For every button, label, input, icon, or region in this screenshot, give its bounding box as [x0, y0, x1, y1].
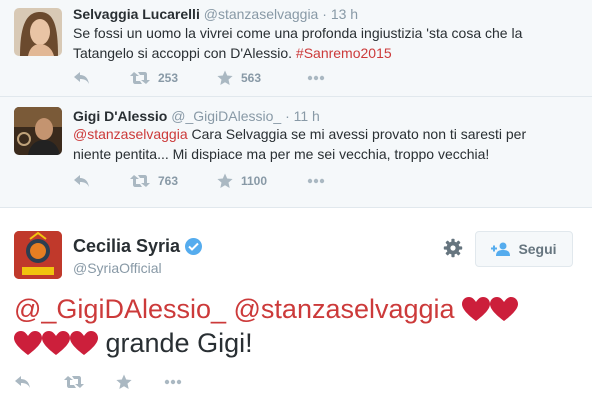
- heart-icon: [14, 331, 42, 355]
- tweet-text-line2: niente pentita... Mi dispiace ma per me …: [73, 146, 490, 162]
- timestamp[interactable]: 13 h: [331, 6, 358, 22]
- tweet-text-line2: Tatangelo si accoppi con D'Alessio.: [73, 45, 296, 61]
- tweet-text-tail: grande Gigi!: [98, 328, 253, 358]
- tweet-text-line1: Se fossi un uomo la vivrei come una prof…: [73, 25, 523, 41]
- reply-button[interactable]: [14, 373, 32, 391]
- timestamp[interactable]: 11 h: [294, 108, 320, 124]
- retweet-icon: [130, 175, 150, 187]
- verified-icon: [185, 238, 203, 255]
- favorite-icon: [217, 70, 233, 85]
- author-name[interactable]: Selvaggia Lucarelli: [73, 6, 200, 22]
- retweet-button[interactable]: 253: [130, 69, 217, 87]
- tweet-text-line1: Cara Selvaggia se mi avessi provato non …: [187, 126, 527, 142]
- retweet-icon: [130, 72, 150, 84]
- retweet-button[interactable]: 763: [130, 172, 217, 190]
- favorite-button[interactable]: 563: [217, 69, 307, 87]
- follow-icon: [491, 242, 511, 256]
- retweet-count: 253: [158, 71, 179, 85]
- more-icon: [164, 379, 182, 385]
- more-button[interactable]: [164, 373, 182, 391]
- follow-label: Segui: [518, 241, 557, 257]
- reply-button[interactable]: [73, 172, 130, 190]
- retweet-count: 763: [158, 174, 179, 188]
- tweet-text: @_GigiDAlessio_ @stanzaselvaggia grande …: [14, 292, 574, 360]
- heart-icon: [462, 297, 491, 321]
- retweet-icon: [64, 376, 84, 388]
- tweet-header: Gigi D'Alessio @_GigiDAlessio_ · 11 h: [73, 108, 320, 124]
- tweet-actions: 763 1100: [73, 172, 325, 190]
- mention-link[interactable]: @stanzaselvaggia: [234, 294, 455, 324]
- mention-link[interactable]: @_GigiDAlessio_: [14, 294, 226, 324]
- reply-icon: [15, 376, 30, 388]
- more-icon: [307, 178, 325, 184]
- tweet-text: @stanzaselvaggia Cara Selvaggia se mi av…: [73, 124, 578, 164]
- avatar[interactable]: [14, 231, 62, 279]
- reply-icon: [74, 72, 89, 84]
- separator: ·: [322, 6, 327, 22]
- tweet-actions: 253 563: [73, 69, 325, 87]
- heart-icon: [490, 297, 519, 321]
- heart-icon: [42, 331, 70, 355]
- favorite-icon: [116, 374, 132, 389]
- more-button[interactable]: [307, 172, 325, 190]
- main-tweet: Cecilia Syria @SyriaOfficial Segui @_Gig…: [0, 208, 592, 402]
- author-name[interactable]: Gigi D'Alessio: [73, 108, 167, 124]
- tweet-text: Se fossi un uomo la vivrei come una prof…: [73, 23, 578, 63]
- tweet-actions: [14, 373, 214, 391]
- heart-icon: [70, 331, 98, 355]
- author-name-text[interactable]: Cecilia Syria: [73, 236, 180, 257]
- tweet-selvaggia[interactable]: Selvaggia Lucarelli @stanzaselvaggia · 1…: [0, 0, 592, 97]
- mention-link[interactable]: @stanzaselvaggia: [73, 126, 188, 142]
- favorite-button[interactable]: 1100: [217, 172, 307, 190]
- separator: ·: [285, 108, 290, 124]
- retweet-button[interactable]: [64, 373, 84, 391]
- tweet-gigi[interactable]: Gigi D'Alessio @_GigiDAlessio_ · 11 h @s…: [0, 97, 592, 208]
- reply-button[interactable]: [73, 69, 130, 87]
- avatar[interactable]: [14, 107, 62, 155]
- favorite-button[interactable]: [116, 373, 132, 391]
- favorite-icon: [217, 173, 233, 188]
- favorite-count: 1100: [241, 174, 268, 188]
- author-handle[interactable]: @stanzaselvaggia: [204, 6, 319, 22]
- author-name[interactable]: Cecilia Syria: [73, 236, 203, 257]
- favorite-count: 563: [241, 71, 262, 85]
- more-icon: [307, 75, 325, 81]
- author-handle[interactable]: @SyriaOfficial: [73, 260, 162, 276]
- more-button[interactable]: [307, 69, 325, 87]
- avatar[interactable]: [14, 8, 62, 56]
- tweet-header: Selvaggia Lucarelli @stanzaselvaggia · 1…: [73, 6, 358, 22]
- reply-icon: [74, 175, 89, 187]
- hashtag-link[interactable]: #Sanremo2015: [296, 45, 392, 61]
- gear-icon[interactable]: [443, 238, 463, 258]
- author-handle[interactable]: @_GigiDAlessio_: [171, 108, 281, 124]
- follow-button[interactable]: Segui: [475, 231, 573, 267]
